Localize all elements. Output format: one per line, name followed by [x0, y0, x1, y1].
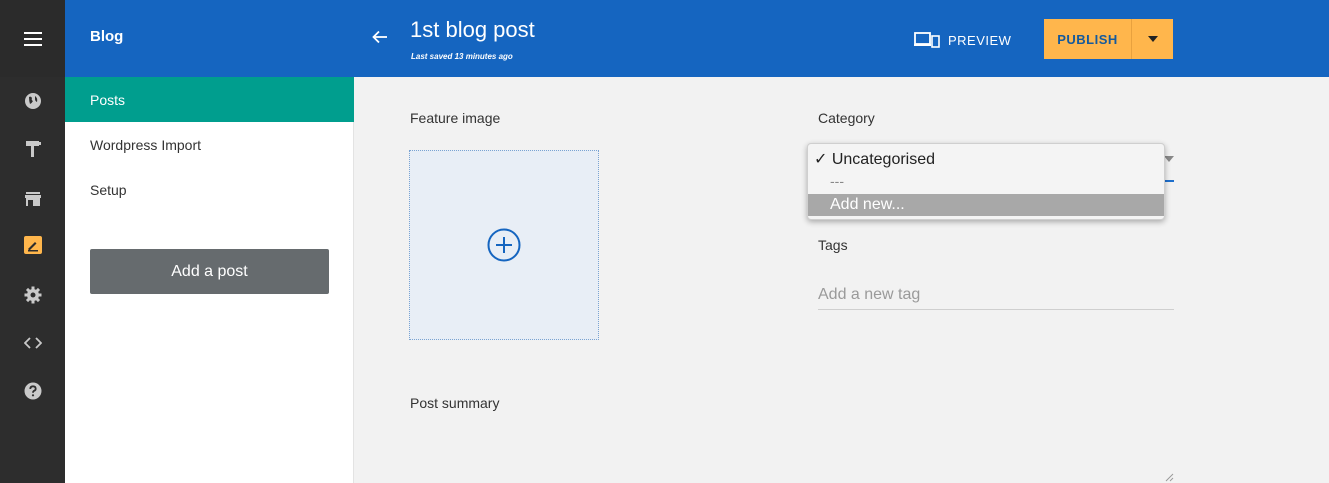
- menu-button[interactable]: [0, 0, 65, 77]
- rail-blog[interactable]: [0, 230, 65, 260]
- category-caret-icon: [1164, 156, 1174, 162]
- rail-design[interactable]: [0, 134, 65, 164]
- caret-down-icon: [1147, 36, 1158, 42]
- rail-settings[interactable]: [0, 280, 65, 310]
- paint-roller-icon: [25, 141, 41, 157]
- globe-icon: [24, 93, 41, 109]
- publish-options-button[interactable]: [1132, 19, 1173, 59]
- rail-store[interactable]: [0, 184, 65, 214]
- category-label: Category: [818, 110, 875, 126]
- hamburger-menu-icon: [23, 31, 42, 46]
- preview-button[interactable]: PREVIEW: [914, 28, 1011, 52]
- category-dropdown[interactable]: ✓ Uncategorised --- Add new...: [807, 143, 1165, 220]
- publish-button[interactable]: PUBLISH: [1044, 19, 1132, 59]
- add-circle-icon: [487, 228, 521, 262]
- resize-grip-icon[interactable]: [1164, 472, 1174, 482]
- last-saved-text: Last saved 13 minutes ago: [411, 52, 513, 61]
- sidebar-item-posts[interactable]: Posts: [65, 77, 354, 122]
- category-option-add-new[interactable]: Add new...: [808, 194, 1164, 216]
- category-option-separator: ---: [830, 173, 844, 189]
- preview-label: PREVIEW: [948, 32, 1012, 48]
- feature-image-label: Feature image: [410, 110, 501, 126]
- rail-help[interactable]: [0, 376, 65, 406]
- store-icon: [24, 192, 41, 206]
- arrow-left-icon: [372, 30, 387, 44]
- rail-code[interactable]: [0, 328, 65, 358]
- code-icon: [23, 337, 42, 349]
- devices-icon: [914, 32, 940, 48]
- tags-label: Tags: [818, 237, 848, 253]
- tag-input[interactable]: [818, 280, 1174, 310]
- post-summary-label: Post summary: [410, 395, 500, 411]
- rail-globe[interactable]: [0, 86, 65, 116]
- section-title: Blog: [90, 28, 124, 45]
- add-post-button[interactable]: Add a post: [90, 249, 329, 294]
- back-button[interactable]: [370, 26, 390, 48]
- gear-icon: [24, 286, 41, 304]
- help-icon: [24, 382, 41, 400]
- blog-sidebar: Posts Wordpress Import Setup Add a post: [65, 77, 354, 483]
- post-title: 1st blog post: [410, 17, 535, 42]
- sidebar-item-setup[interactable]: Setup: [65, 167, 354, 212]
- category-option-uncategorised[interactable]: ✓ Uncategorised: [808, 148, 1164, 172]
- sidebar-item-wordpress-import[interactable]: Wordpress Import: [65, 122, 354, 167]
- feature-image-upload[interactable]: [409, 150, 599, 340]
- icon-rail: [0, 0, 65, 483]
- blog-edit-icon: [23, 236, 42, 254]
